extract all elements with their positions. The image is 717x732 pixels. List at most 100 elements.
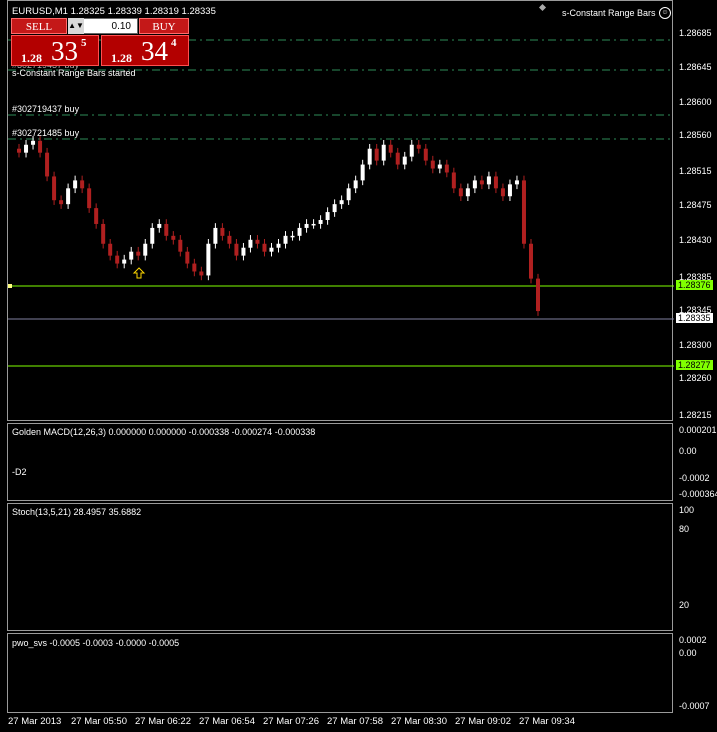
pwo-tick: -0.0007 (679, 701, 710, 711)
time-tick: 27 Mar 2013 (8, 716, 62, 727)
candle-body (367, 148, 372, 165)
buy-arrow-icon (132, 267, 146, 279)
price-tick: 1.28215 (679, 410, 712, 420)
stoch-pane[interactable] (7, 503, 673, 631)
candle-body (115, 255, 120, 264)
time-tick: 27 Mar 07:26 (263, 716, 319, 727)
price-tick: 1.28645 (679, 62, 712, 72)
candle-body (185, 251, 190, 264)
candle-body (374, 148, 379, 161)
candle-body (150, 227, 155, 244)
price-tick: 1.28430 (679, 235, 712, 245)
candle-body (80, 180, 85, 189)
candle-body (458, 188, 463, 197)
candle-body (87, 188, 92, 209)
candle-body (248, 239, 253, 248)
price-tick: 1.28475 (679, 200, 712, 210)
status-label: s-Constant Range Bars started (12, 68, 136, 78)
macd-label: Golden MACD(12,26,3) 0.000000 0.000000 -… (12, 427, 316, 437)
candle-body (171, 235, 176, 240)
price-tick: 1.28260 (679, 373, 712, 383)
candle-body (283, 235, 288, 244)
stoch-label: Stoch(13,5,21) 28.4957 35.6882 (12, 507, 142, 517)
candle-body (234, 243, 239, 256)
sell-price-prefix: 1.28 (21, 51, 42, 65)
low-price-tag: 1.28277 (676, 360, 713, 370)
candle-body (297, 227, 302, 236)
candle-body (402, 156, 407, 165)
candle-body (45, 152, 50, 177)
lot-spinner-icon[interactable]: ▲▼ (68, 18, 84, 34)
candle-body (290, 235, 295, 238)
candle-body (339, 200, 344, 205)
pwo-label: pwo_svs -0.0005 -0.0003 -0.0000 -0.0005 (12, 638, 180, 648)
candle-body (304, 223, 309, 228)
candle-body (66, 188, 71, 205)
candle-body (164, 223, 169, 236)
time-tick: 27 Mar 09:34 (519, 716, 575, 727)
macd-level-label: -D2 (12, 467, 27, 477)
candle-body (199, 271, 204, 276)
candle-body (143, 243, 148, 256)
pwo-tick: 0.0002 (679, 635, 707, 645)
buy-price-main: 34 (141, 36, 168, 66)
candle-body (318, 220, 323, 224)
candle-body (325, 212, 330, 220)
candle-body (311, 223, 316, 226)
candle-body (206, 243, 211, 276)
time-tick: 27 Mar 06:22 (135, 716, 191, 727)
candle-body (213, 227, 218, 244)
candle-body (521, 180, 526, 244)
candle-body (220, 227, 225, 236)
buy-price-prefix: 1.28 (111, 51, 132, 65)
candle-body (24, 144, 29, 153)
indicator-title: s-Constant Range Bars (562, 8, 656, 18)
candle-body (430, 160, 435, 169)
candle-body (59, 200, 64, 205)
candle-body (157, 223, 162, 228)
sell-price-pip: 5 (81, 37, 87, 49)
candle-body (136, 251, 141, 256)
candle-body (486, 176, 491, 185)
candle-body (528, 243, 533, 279)
price-tick: 1.28515 (679, 166, 712, 176)
sell-button[interactable]: SELL (11, 18, 67, 34)
candle-body (227, 235, 232, 244)
candle-body (346, 188, 351, 201)
candle-body (437, 164, 442, 169)
buy-price-box[interactable]: 1.28 34 4 (101, 35, 189, 66)
candle-body (465, 188, 470, 197)
pwo-tick: 0.00 (679, 648, 697, 658)
time-tick: 27 Mar 08:30 (391, 716, 447, 727)
candle-body (395, 152, 400, 165)
stoch-tick: 80 (679, 524, 690, 534)
smiley-icon: ☺ (659, 7, 671, 19)
order-label-2: #302721485 buy (12, 128, 80, 138)
candle-body (416, 144, 421, 149)
candle-body (472, 180, 477, 189)
time-tick: 27 Mar 06:54 (199, 716, 255, 727)
sell-price-box[interactable]: 1.28 33 5 (11, 35, 99, 66)
candle-body (479, 180, 484, 185)
order-label-1: #302719437 buy (12, 104, 80, 114)
time-tick: 27 Mar 05:50 (71, 716, 127, 727)
sell-price-main: 33 (51, 36, 78, 66)
candle-body (514, 180, 519, 185)
candles-group (17, 136, 540, 316)
candle-body (94, 208, 99, 224)
candle-body (38, 140, 43, 153)
candle-body (360, 164, 365, 181)
candle-body (17, 148, 22, 153)
macd-tick: -0.000364 (679, 489, 717, 499)
macd-tick: 0.000201 (679, 425, 717, 435)
macd-tick: -0.0002 (679, 473, 710, 483)
candle-body (255, 239, 260, 244)
candle-body (332, 204, 337, 213)
current-price-tag: 1.28376 (676, 280, 713, 290)
candle-body (241, 247, 246, 256)
candle-body (444, 164, 449, 173)
buy-button[interactable]: BUY (139, 18, 189, 34)
candle-body (101, 223, 106, 244)
price-tick: 1.28560 (679, 130, 712, 140)
stoch-tick: 20 (679, 600, 690, 610)
